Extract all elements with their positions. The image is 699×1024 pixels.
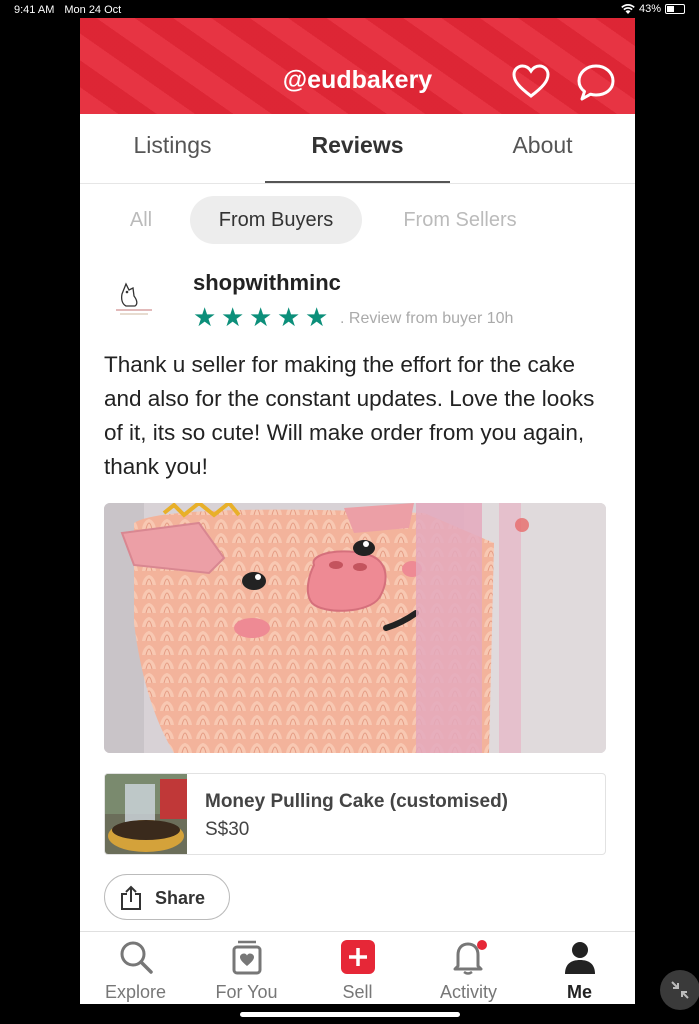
status-bar: 9:41 AM Mon 24 Oct 43% — [0, 0, 699, 20]
status-time: 9:41 AM — [14, 4, 55, 16]
star-icon: ★ — [193, 302, 217, 332]
plus-icon — [341, 940, 375, 974]
share-label: Share — [155, 888, 206, 908]
star-icon: ★ — [277, 302, 301, 332]
app-window: @eudbakery Listings Reviews About All Fr… — [80, 18, 635, 1004]
search-icon — [120, 941, 153, 974]
nav-label: Me — [566, 982, 592, 1002]
review-text: Thank u seller for making the effort for… — [104, 352, 595, 479]
battery-icon — [665, 4, 685, 14]
star-icon: ★ — [221, 302, 245, 332]
heart-icon[interactable] — [511, 62, 551, 102]
listing-price: S$30 — [205, 819, 250, 840]
nav-sell[interactable]: Sell — [302, 932, 413, 1004]
star-icon: ★ — [305, 302, 329, 332]
shop-handle: @eudbakery — [282, 66, 433, 94]
listing-card[interactable]: Money Pulling Cake (customised) S$30 — [104, 773, 606, 855]
battery-percent: 43% — [638, 3, 661, 15]
nav-for-you[interactable]: For You — [191, 932, 302, 1004]
tab-reviews[interactable]: Reviews — [265, 132, 450, 159]
review-meta: . Review from buyer 10h — [340, 310, 514, 327]
bottom-nav: Explore For You Sell Activity Me — [80, 931, 635, 1004]
reviewer-name[interactable]: shopwithminc — [193, 270, 341, 296]
nav-explore[interactable]: Explore — [80, 932, 191, 1004]
subtab-all[interactable]: All — [110, 196, 172, 244]
status-date: Mon 24 Oct — [64, 4, 122, 16]
bell-icon — [453, 940, 487, 975]
home-indicator — [240, 1012, 460, 1017]
listing-title: Money Pulling Cake (customised) — [205, 791, 508, 812]
nav-me[interactable]: Me — [524, 932, 635, 1004]
shop-header: @eudbakery — [80, 18, 635, 114]
nav-label: Activity — [439, 982, 497, 1002]
nav-label: For You — [215, 982, 278, 1002]
subtab-from-sellers[interactable]: From Sellers — [380, 196, 540, 244]
collapse-button[interactable] — [660, 970, 699, 1010]
tab-about[interactable]: About — [450, 132, 635, 159]
rating-stars: ★ ★ ★ ★ ★ — [193, 302, 329, 332]
person-icon — [565, 942, 595, 974]
listing-thumbnail — [105, 774, 187, 854]
collapse-icon — [671, 981, 689, 999]
share-icon — [121, 885, 141, 910]
star-icon: ★ — [249, 302, 273, 332]
main-tabs: Listings Reviews About — [80, 114, 635, 184]
nav-activity[interactable]: Activity — [413, 932, 524, 1004]
reviewer-avatar[interactable] — [108, 270, 160, 322]
subtab-from-buyers[interactable]: From Buyers — [190, 196, 362, 244]
tab-listings[interactable]: Listings — [80, 132, 265, 159]
active-tab-indicator — [265, 181, 450, 183]
nav-label: Explore — [104, 982, 167, 1002]
review-photo[interactable] — [104, 503, 606, 753]
wifi-icon — [621, 3, 635, 14]
chat-icon[interactable] — [576, 62, 616, 102]
gift-icon — [232, 940, 262, 975]
share-button[interactable]: Share — [104, 874, 230, 920]
nav-label: Sell — [342, 982, 373, 1002]
